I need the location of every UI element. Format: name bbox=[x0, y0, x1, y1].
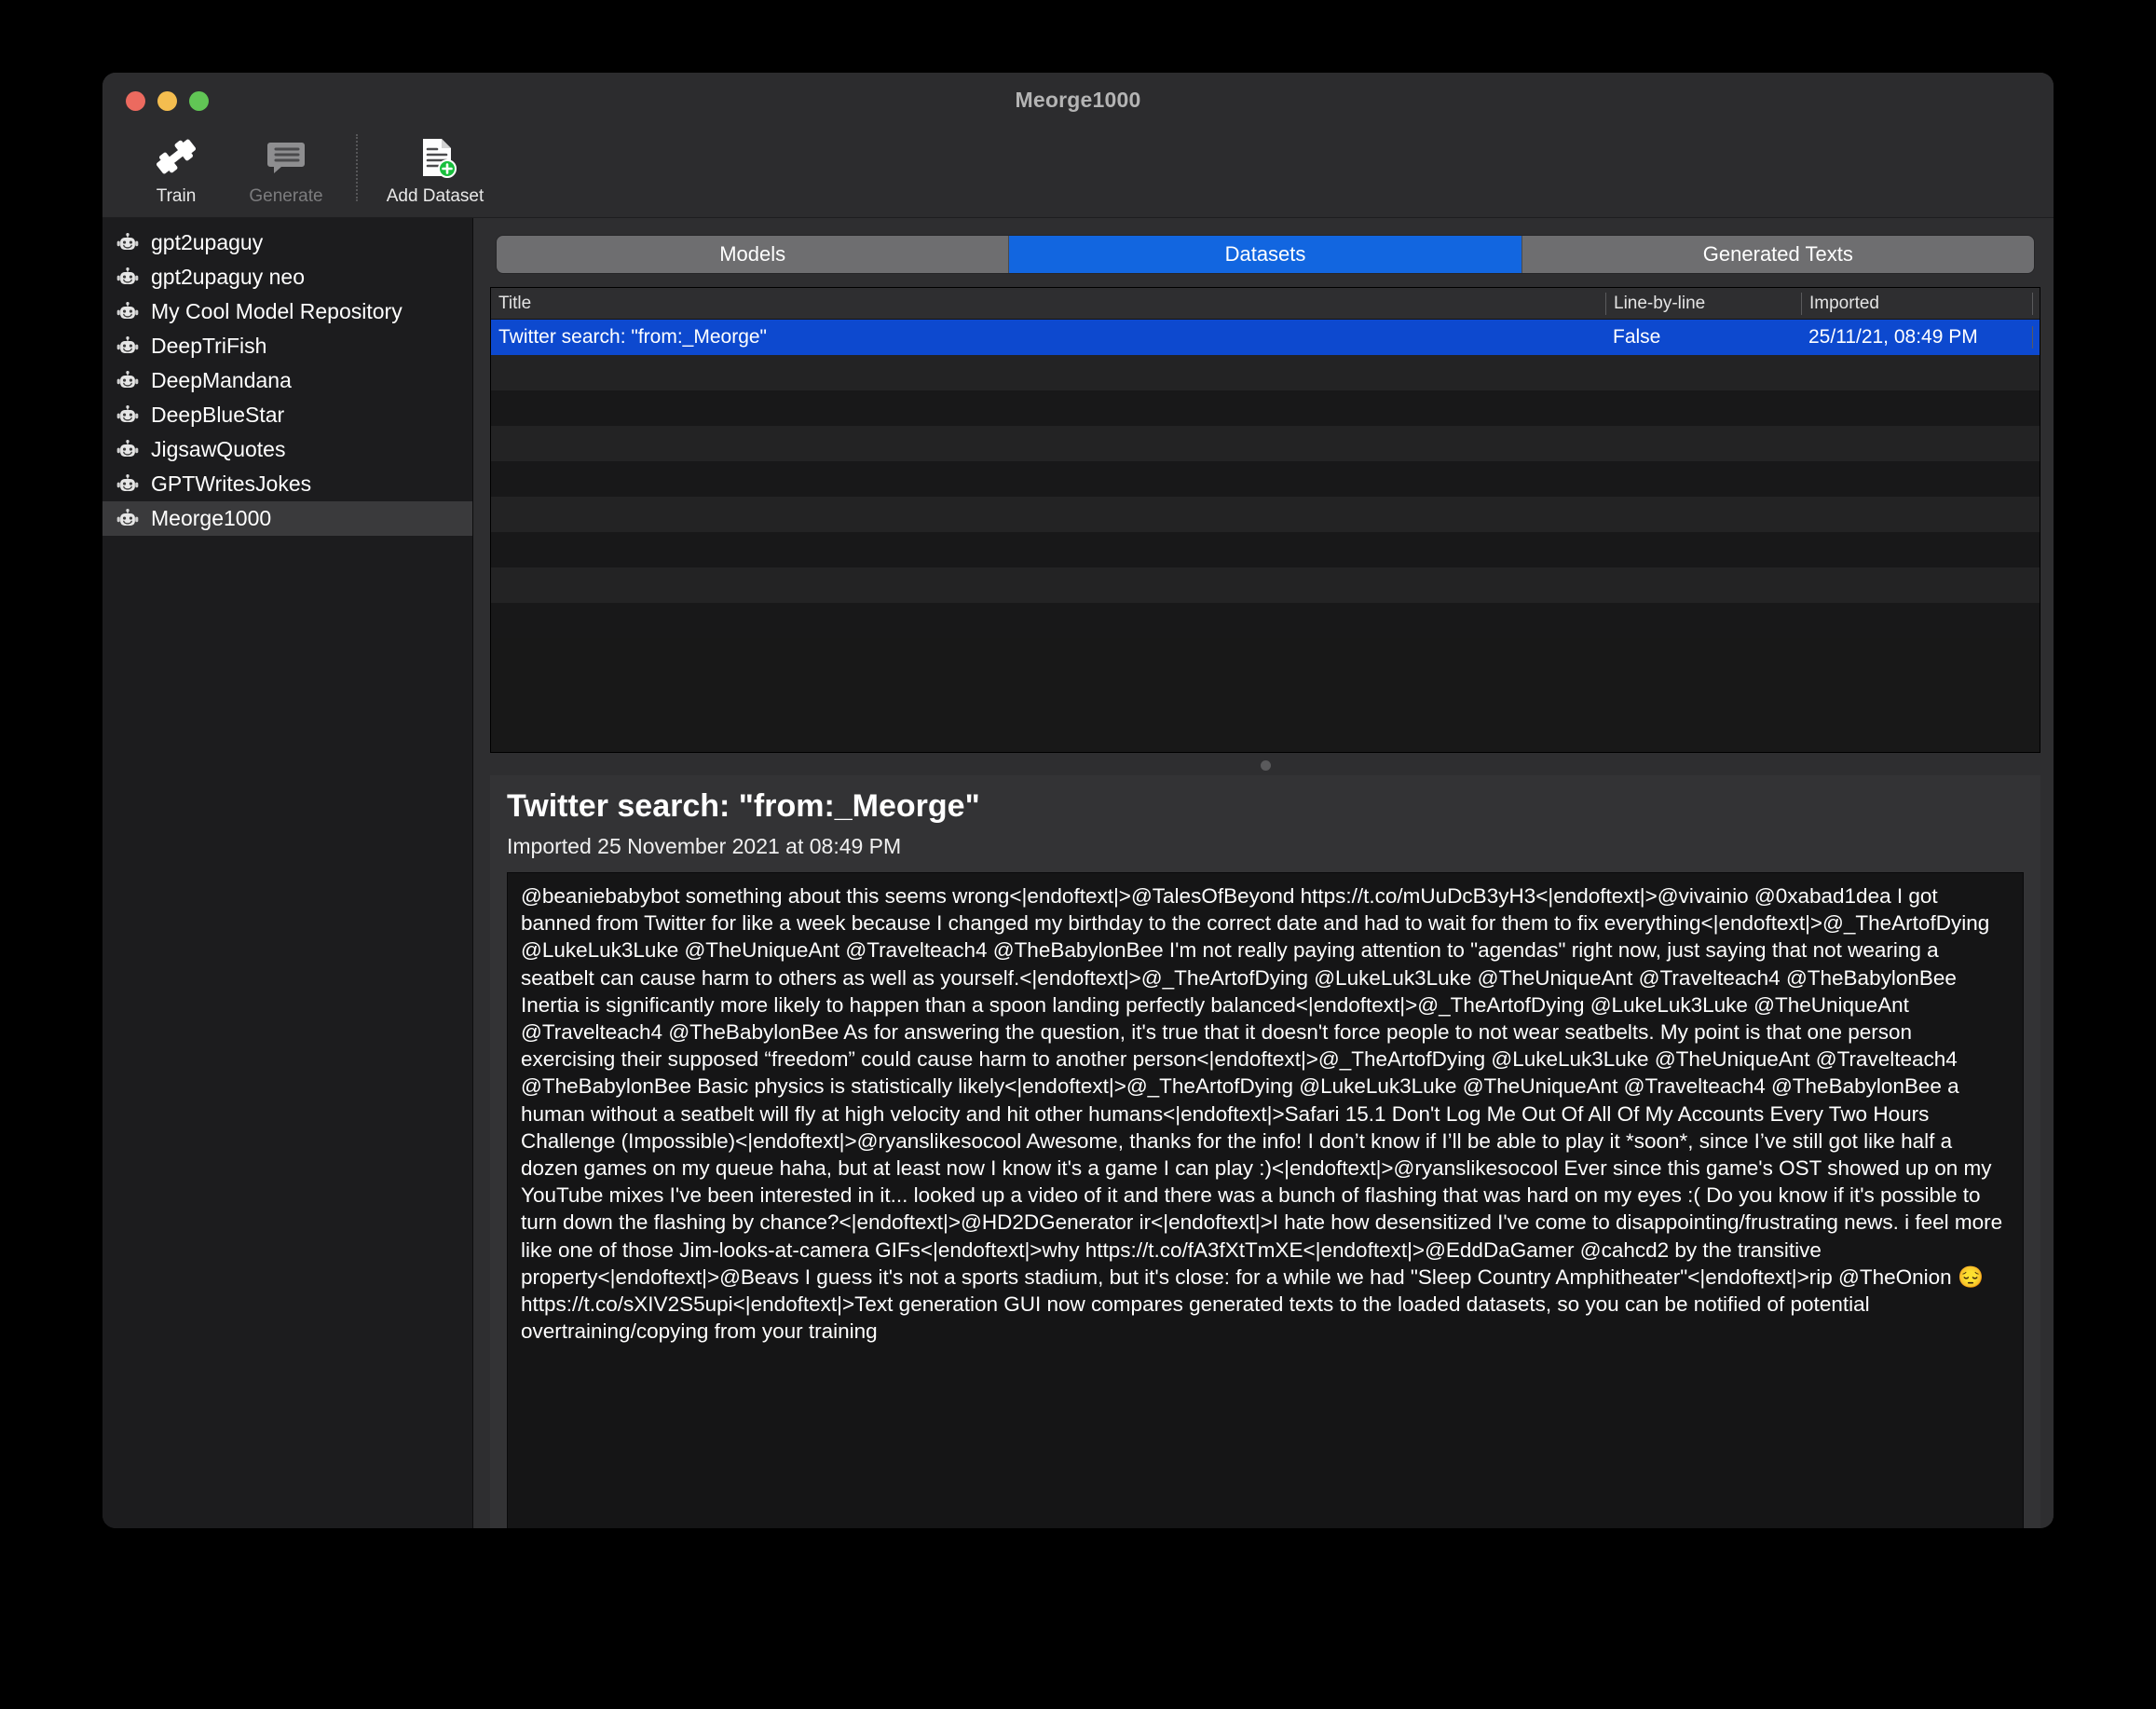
sidebar-item-gpt2upaguy-neo[interactable]: gpt2upaguy neo bbox=[102, 260, 472, 294]
sidebar: gpt2upaguy gpt2upaguy neo My Cool Model Re… bbox=[102, 218, 473, 1528]
add-dataset-button[interactable]: Add Dataset bbox=[380, 127, 490, 207]
robot-icon-glyph bbox=[116, 267, 139, 284]
sidebar-item-label: DeepMandana bbox=[151, 368, 292, 392]
robot-icon-glyph bbox=[116, 508, 139, 526]
robot-icon-glyph bbox=[116, 439, 139, 457]
sidebar-item-label: gpt2upaguy bbox=[151, 230, 264, 254]
robot-icon bbox=[116, 369, 140, 393]
column-header-imported[interactable]: Imported bbox=[1801, 292, 2032, 315]
column-header-line-by-line[interactable]: Line-by-line bbox=[1605, 292, 1801, 315]
sidebar-item-label: JigsawQuotes bbox=[151, 437, 286, 461]
title-bar: Meorge1000 bbox=[102, 73, 2054, 127]
table-row-empty[interactable] bbox=[491, 497, 2040, 532]
tab-generated-texts[interactable]: Generated Texts bbox=[1521, 236, 2034, 273]
robot-icon-glyph bbox=[116, 301, 139, 319]
robot-icon bbox=[116, 438, 140, 462]
column-header-title[interactable]: Title bbox=[491, 293, 1605, 315]
detail-subtitle: Imported 25 November 2021 at 08:49 PM bbox=[507, 834, 902, 858]
robot-icon-glyph bbox=[116, 232, 139, 250]
dataset-text-content: @beaniebabybot something about this seem… bbox=[521, 884, 2009, 1344]
robot-icon bbox=[116, 300, 140, 324]
main-body: gpt2upaguy gpt2upaguy neo My Cool Model Re… bbox=[102, 218, 2054, 1528]
robot-icon-glyph bbox=[116, 335, 139, 353]
tab-datasets[interactable]: Datasets bbox=[1009, 236, 1522, 273]
datasets-table[interactable]: Title Line-by-line Imported Twitter sear… bbox=[490, 287, 2040, 753]
table-row-empty[interactable] bbox=[491, 355, 2040, 390]
generate-button-label: Generate bbox=[249, 186, 323, 206]
detail-title: Twitter search: "from:_Meorge" bbox=[507, 788, 980, 824]
segmented-control[interactable]: Models Datasets Generated Texts bbox=[496, 235, 2035, 274]
sidebar-item-gptwritesjokes[interactable]: GPTWritesJokes bbox=[102, 467, 472, 501]
dataset-detail-panel: Twitter search: "from:_Meorge" Imported … bbox=[490, 775, 2040, 1528]
sidebar-item-my-cool-model-repository[interactable]: My Cool Model Repository bbox=[102, 294, 472, 329]
close-button[interactable] bbox=[126, 91, 145, 111]
zoom-button[interactable] bbox=[189, 91, 209, 111]
document-plus-icon bbox=[412, 130, 458, 183]
sidebar-item-label: My Cool Model Repository bbox=[151, 299, 403, 323]
cell-line-by-line: False bbox=[1613, 326, 1661, 348]
window-title: Meorge1000 bbox=[1015, 88, 1141, 112]
cell-title: Twitter search: "from:_Meorge" bbox=[498, 326, 768, 348]
table-row-empty[interactable] bbox=[491, 390, 2040, 426]
sidebar-item-label: GPTWritesJokes bbox=[151, 472, 312, 496]
sidebar-item-deepbluestar[interactable]: DeepBlueStar bbox=[102, 398, 472, 432]
train-button-label: Train bbox=[156, 186, 197, 206]
table-row-empty[interactable] bbox=[491, 426, 2040, 461]
toolbar-separator bbox=[356, 134, 358, 201]
table-row-empty[interactable] bbox=[491, 603, 2040, 638]
sidebar-item-label: Meorge1000 bbox=[151, 506, 272, 530]
table-row-empty[interactable] bbox=[491, 567, 2040, 603]
dataset-text-view[interactable]: @beaniebabybot something about this seem… bbox=[507, 872, 2024, 1528]
toolbar: Train Generate Add Dataset bbox=[102, 127, 2054, 218]
robot-icon bbox=[116, 335, 140, 359]
robot-icon bbox=[116, 472, 140, 497]
table-header-row: Title Line-by-line Imported bbox=[491, 288, 2040, 320]
sidebar-item-gpt2upaguy[interactable]: gpt2upaguy bbox=[102, 226, 472, 260]
add-dataset-button-label: Add Dataset bbox=[386, 186, 484, 206]
robot-icon-glyph bbox=[116, 404, 139, 422]
sidebar-item-meorge1000[interactable]: Meorge1000 bbox=[102, 501, 472, 536]
robot-icon bbox=[116, 507, 140, 531]
table-row-empty[interactable] bbox=[491, 461, 2040, 497]
robot-icon bbox=[116, 403, 140, 428]
speech-bubble-icon bbox=[263, 130, 309, 183]
cell-spacer bbox=[2032, 326, 2040, 349]
sidebar-item-label: DeepBlueStar bbox=[151, 403, 285, 427]
generate-button[interactable]: Generate bbox=[231, 127, 341, 207]
column-header-spacer bbox=[2032, 292, 2040, 315]
app-window: Meorge1000 Train Generate Add Dataset gp… bbox=[102, 73, 2054, 1528]
tab-models[interactable]: Models bbox=[497, 236, 1010, 273]
robot-icon-glyph bbox=[116, 370, 139, 388]
sidebar-item-label: DeepTriFish bbox=[151, 334, 267, 358]
robot-icon-glyph bbox=[116, 473, 139, 491]
content-pane: Models Datasets Generated Texts Title Line… bbox=[473, 218, 2054, 1528]
tab-bar: Models Datasets Generated Texts bbox=[490, 218, 2040, 287]
dumbbell-icon bbox=[153, 130, 199, 183]
sidebar-item-deeptrifish[interactable]: DeepTriFish bbox=[102, 329, 472, 363]
window-controls bbox=[126, 91, 209, 111]
sidebar-item-jigsawquotes[interactable]: JigsawQuotes bbox=[102, 432, 472, 467]
robot-icon bbox=[116, 266, 140, 290]
table-row[interactable]: Twitter search: "from:_Meorge" False 25/11… bbox=[491, 320, 2040, 355]
pane-splitter[interactable] bbox=[490, 753, 2040, 775]
sidebar-item-deepmandana[interactable]: DeepMandana bbox=[102, 363, 472, 398]
splitter-handle-dot bbox=[1261, 760, 1271, 771]
sidebar-item-label: gpt2upaguy neo bbox=[151, 265, 305, 289]
robot-icon bbox=[116, 231, 140, 255]
table-body: Twitter search: "from:_Meorge" False 25/11… bbox=[491, 320, 2040, 638]
train-button[interactable]: Train bbox=[121, 127, 231, 207]
table-row-empty[interactable] bbox=[491, 532, 2040, 567]
minimize-button[interactable] bbox=[157, 91, 177, 111]
cell-imported: 25/11/21, 08:49 PM bbox=[1808, 326, 1978, 348]
